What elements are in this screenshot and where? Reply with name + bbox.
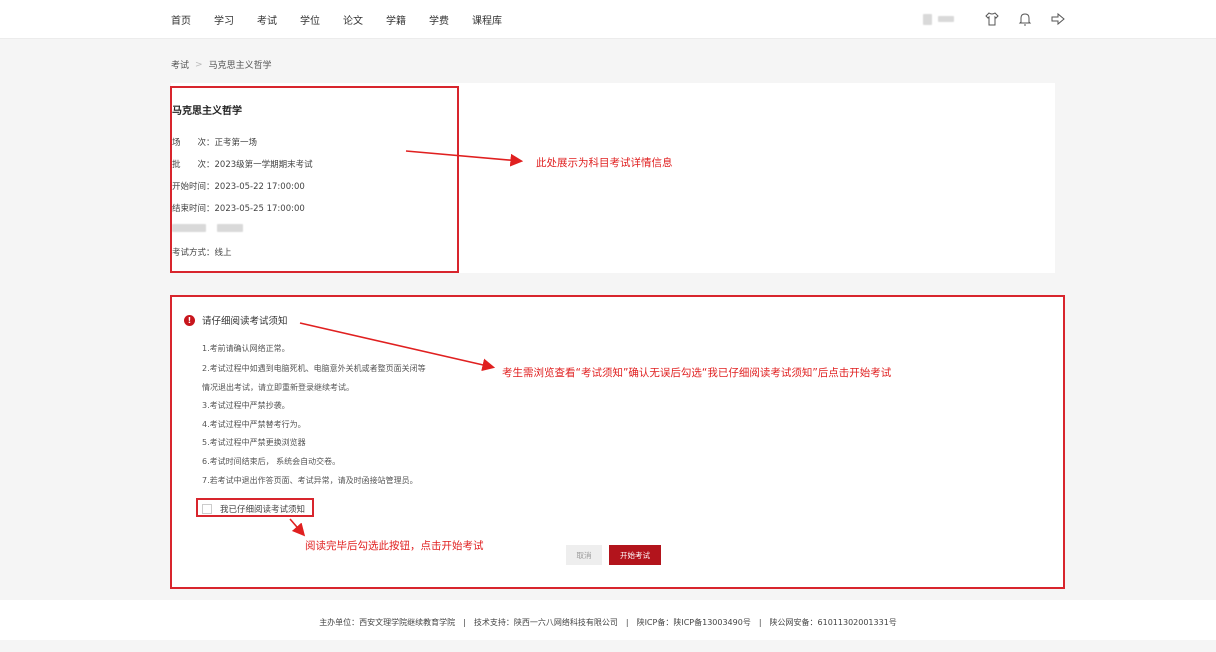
annotation-arrows — [289, 150, 524, 537]
annotation-text-checkbox: 阅读完毕后勾选此按钮，点击开始考试 — [305, 540, 484, 552]
annotation-text-notice: 考生需浏览查看“考试须知”确认无误后勾选“我已仔细阅读考试须知”后点击开始考试 — [502, 367, 892, 379]
annotation-text-exam-info: 此处展示为科目考试详情信息 — [536, 157, 673, 169]
footer-text: 主办单位：西安文理学院继续教育学院 | 技术支持：陕西一六八网络科技有限公司 |… — [319, 618, 897, 627]
